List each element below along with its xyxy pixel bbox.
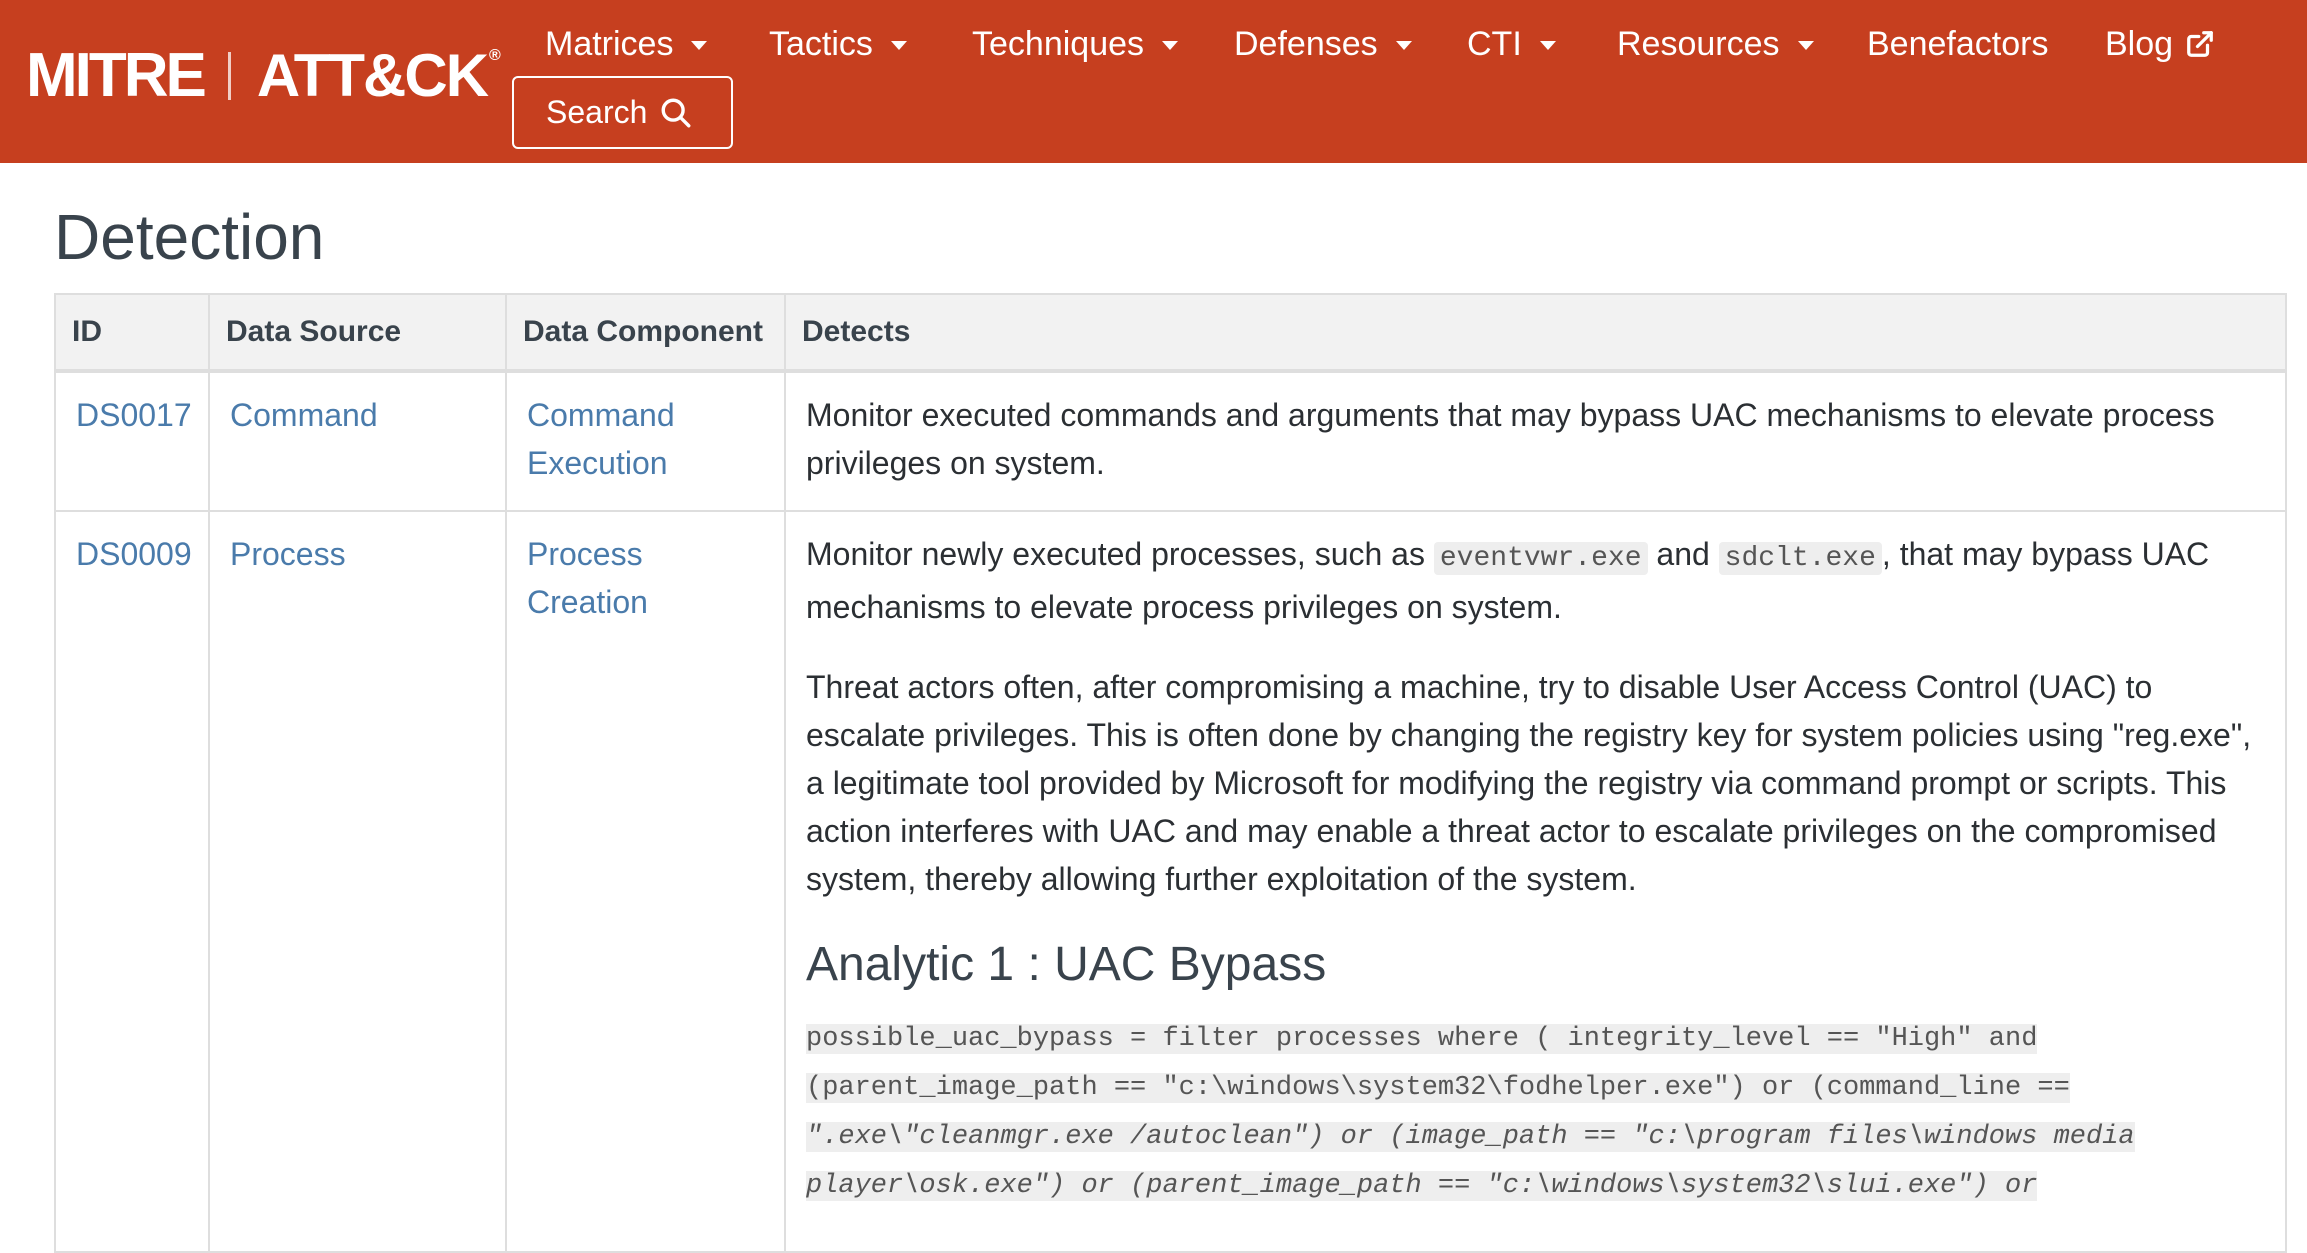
detects-text: and <box>1647 536 1719 572</box>
external-link-icon <box>2185 29 2215 59</box>
nav-tactics-label: Tactics <box>769 25 873 63</box>
search-button-label: Search <box>546 94 648 130</box>
page-title: Detection <box>54 201 325 273</box>
nav-cti[interactable]: CTI <box>1467 20 1556 68</box>
inline-code-eventvwr: eventvwr.exe <box>1433 542 1648 575</box>
top-navbar: MITRE ATT&CK ® Matrices Tactics Technique… <box>0 0 2307 163</box>
cell-detects: Monitor newly executed processes, such a… <box>785 511 2287 1253</box>
data-component-link-command-execution[interactable]: Command Execution <box>527 397 675 481</box>
chevron-down-icon <box>1797 40 1814 50</box>
table-row: DS0017 Command Command Execution Monitor… <box>55 371 2287 512</box>
code-line: possible_uac_bypass = filter processes w… <box>806 1024 2038 1054</box>
column-header-id: ID <box>55 294 210 373</box>
nav-defenses-label: Defenses <box>1234 25 1378 63</box>
detects-text: Monitor executed commands and arguments … <box>806 397 2215 481</box>
table-header-row: ID Data Source Data Component Detects <box>55 294 2287 373</box>
nav-blog[interactable]: Blog <box>2105 20 2215 68</box>
mitre-attack-logo[interactable]: MITRE ATT&CK ® <box>26 41 501 110</box>
column-header-data-source: Data Source <box>209 294 507 373</box>
nav-resources-label: Resources <box>1617 25 1780 63</box>
detects-text: Monitor newly executed processes, such a… <box>806 536 1434 572</box>
analytic-code-block: possible_uac_bypass = filter processes w… <box>806 1015 2267 1211</box>
nav-techniques-label: Techniques <box>972 25 1145 63</box>
detects-paragraph-1: Monitor newly executed processes, such a… <box>806 530 2267 631</box>
column-header-data-component: Data Component <box>506 294 786 373</box>
cell-id: DS0009 <box>55 511 210 1253</box>
brand-mitre-text: MITRE <box>26 41 207 110</box>
detects-paragraph-2: Threat actors often, after compromising … <box>806 669 2252 897</box>
nav-techniques[interactable]: Techniques <box>972 20 1179 68</box>
nav-blog-label: Blog <box>2105 25 2174 63</box>
nav-benefactors[interactable]: Benefactors <box>1867 20 2048 68</box>
brand-attck-label: ATT&CK <box>256 42 489 109</box>
nav-resources[interactable]: Resources <box>1617 20 1814 68</box>
nav-cti-label: CTI <box>1467 25 1522 63</box>
id-link-ds0017[interactable]: DS0017 <box>76 397 192 433</box>
code-line: ".exe\"cleanmgr.exe /autoclean") or (ima… <box>806 1122 2135 1152</box>
cell-data-component: Process Creation <box>506 511 786 1253</box>
code-line: player\osk.exe") or (parent_image_path =… <box>806 1171 2038 1201</box>
code-line: (parent_image_path == "c:\windows\system… <box>806 1073 2070 1103</box>
data-component-link-process-creation[interactable]: Process Creation <box>527 536 648 620</box>
nav-tactics[interactable]: Tactics <box>769 20 907 68</box>
cell-data-component: Command Execution <box>506 371 786 512</box>
chevron-down-icon <box>691 40 708 50</box>
brand-registered-mark: ® <box>489 47 501 64</box>
brand-attck-text: ATT&CK ® <box>257 46 501 106</box>
inline-code-sdclt: sdclt.exe <box>1718 542 1882 575</box>
table-row: DS0009 Process Process Creation Monitor … <box>55 511 2287 1253</box>
detection-table: ID Data Source Data Component Detects DS… <box>54 293 2287 1253</box>
search-button[interactable]: Search <box>512 76 733 149</box>
cell-detects: Monitor executed commands and arguments … <box>785 371 2287 512</box>
cell-data-source: Command <box>209 371 507 512</box>
chevron-down-icon <box>1395 40 1412 50</box>
nav-defenses[interactable]: Defenses <box>1234 20 1412 68</box>
chevron-down-icon <box>1539 40 1556 50</box>
search-icon <box>659 96 693 130</box>
brand-divider <box>227 52 231 100</box>
data-source-link-command[interactable]: Command <box>230 397 378 433</box>
nav-matrices[interactable]: Matrices <box>545 20 708 68</box>
id-link-ds0009[interactable]: DS0009 <box>76 536 192 572</box>
chevron-down-icon <box>1162 40 1179 50</box>
analytic-title: Analytic 1 : UAC Bypass <box>806 938 1327 991</box>
nav-matrices-label: Matrices <box>545 25 674 63</box>
nav-benefactors-label: Benefactors <box>1867 25 2049 63</box>
cell-data-source: Process <box>209 511 507 1253</box>
data-source-link-process[interactable]: Process <box>230 536 346 572</box>
chevron-down-icon <box>890 40 907 50</box>
column-header-detects: Detects <box>785 294 2287 373</box>
cell-id: DS0017 <box>55 371 210 512</box>
